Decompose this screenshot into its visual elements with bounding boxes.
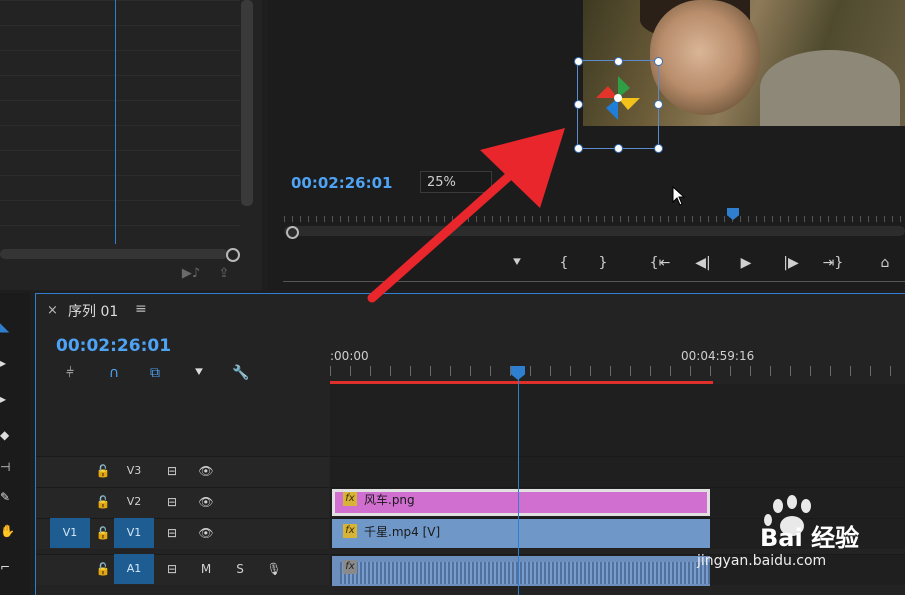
watermark-brand: Bai 经验	[760, 524, 860, 552]
sync-lock-icon[interactable]: ⊟	[163, 518, 181, 548]
timeline-ruler[interactable]	[330, 340, 905, 384]
track-header-v2[interactable]	[36, 487, 329, 518]
track-name-a1[interactable]: A1	[114, 554, 154, 584]
lift-icon[interactable]: ⌂	[872, 252, 898, 274]
track-name-v1[interactable]: V1	[114, 518, 154, 548]
sequence-timecode[interactable]: 00:02:26:01	[56, 336, 171, 356]
transform-handle[interactable]	[614, 57, 623, 66]
clip-label-png: 风车.png	[364, 493, 415, 507]
slip-tool-icon[interactable]: ⊣	[0, 460, 14, 474]
solo-button[interactable]: S	[231, 554, 249, 584]
track-name-v2[interactable]: V2	[114, 487, 154, 517]
close-icon[interactable]: ×	[47, 303, 58, 318]
fx-badge: fx	[343, 560, 357, 574]
track-header-v3[interactable]	[36, 456, 329, 487]
clip-label-mp4: 千星.mp4 [V]	[364, 525, 441, 539]
source-patch-v1[interactable]: V1	[50, 518, 90, 548]
video-person-face	[650, 0, 760, 115]
track-name-v3[interactable]: V3	[114, 456, 154, 486]
lock-icon[interactable]: 🔓	[94, 554, 112, 584]
eye-icon[interactable]: 👁	[197, 518, 215, 548]
microphone-icon[interactable]: 🎙	[265, 554, 283, 584]
fx-badge: fx	[343, 492, 357, 506]
step-back-icon[interactable]: ◀|	[690, 252, 716, 274]
lock-icon[interactable]: 🔓	[94, 456, 112, 486]
eye-icon[interactable]: 👁	[197, 487, 215, 517]
timeline-empty-area[interactable]	[330, 384, 905, 456]
audio-waveform	[340, 562, 710, 584]
play-icon[interactable]: ▶	[733, 252, 759, 274]
step-forward-icon[interactable]: |▶	[778, 252, 804, 274]
ruler-start-label: :00:00	[330, 349, 369, 363]
timeline-ticks	[330, 366, 905, 376]
timeline-playhead-line	[518, 378, 519, 595]
hamburger-menu-icon[interactable]: ≡	[135, 301, 147, 317]
sync-lock-icon[interactable]: ⊟	[163, 456, 181, 486]
lock-icon[interactable]: 🔓	[94, 487, 112, 517]
snap-magnet-icon[interactable]: ∩	[103, 362, 125, 384]
mute-button[interactable]: M	[197, 554, 215, 584]
transform-handle[interactable]	[654, 57, 663, 66]
hand-tool-icon[interactable]: ✋	[0, 524, 15, 538]
source-vertical-scrollbar[interactable]	[241, 0, 253, 206]
pen-tool-icon[interactable]: ✎	[0, 490, 14, 504]
watermark-url: jingyan.baidu.com	[697, 553, 827, 569]
razor-tool-icon[interactable]: ◆	[0, 428, 14, 442]
marker-icon[interactable]: ⯆	[188, 362, 210, 384]
export-frame-icon[interactable]: ⇪	[214, 266, 234, 282]
program-scroll-handle[interactable]	[286, 226, 299, 239]
go-to-in-icon[interactable]: {⇤	[647, 252, 673, 274]
transform-handle[interactable]	[654, 144, 663, 153]
go-to-out-icon[interactable]: ⇥}	[820, 252, 846, 274]
mouse-cursor-icon	[672, 186, 686, 206]
transform-handle[interactable]	[574, 57, 583, 66]
track-header-a1[interactable]	[36, 554, 329, 585]
wrench-icon[interactable]: 🔧	[230, 362, 252, 384]
track-lane-v3[interactable]	[330, 456, 905, 487]
sync-lock-icon[interactable]: ⊟	[163, 487, 181, 517]
sync-lock-icon[interactable]: ⊟	[163, 554, 181, 584]
type-tool-icon[interactable]: ⌐	[0, 560, 14, 574]
source-monitor-grid	[0, 0, 240, 248]
source-scroll-handle[interactable]	[226, 248, 240, 262]
annotation-arrow	[367, 128, 565, 303]
mark-out-icon[interactable]: }	[590, 252, 616, 274]
transform-handle[interactable]	[614, 144, 623, 153]
transform-handle[interactable]	[574, 100, 583, 109]
eye-icon[interactable]: 👁	[197, 456, 215, 486]
selection-tool-icon[interactable]: ◣	[0, 320, 14, 334]
tools-panel	[0, 293, 30, 595]
insert-icon[interactable]: ▶♪	[181, 266, 201, 282]
ruler-mark-label: 00:04:59:16	[681, 349, 755, 363]
source-playhead-line	[115, 0, 116, 244]
source-horizontal-scrollbar[interactable]	[0, 249, 228, 259]
track-select-tool-icon[interactable]: ▸	[0, 356, 14, 370]
ripple-edit-tool-icon[interactable]: ▸	[0, 392, 14, 406]
pinwheel-image[interactable]	[594, 74, 642, 122]
transform-handle[interactable]	[654, 100, 663, 109]
nest-sequence-icon[interactable]: ⫩	[59, 362, 81, 384]
linked-selection-icon[interactable]: ⧉	[144, 362, 166, 384]
sequence-tab-title[interactable]: 序列 01	[68, 301, 118, 321]
fx-badge: fx	[343, 524, 357, 538]
lock-icon[interactable]: 🔓	[94, 518, 112, 548]
video-person-shoulder	[760, 50, 900, 126]
